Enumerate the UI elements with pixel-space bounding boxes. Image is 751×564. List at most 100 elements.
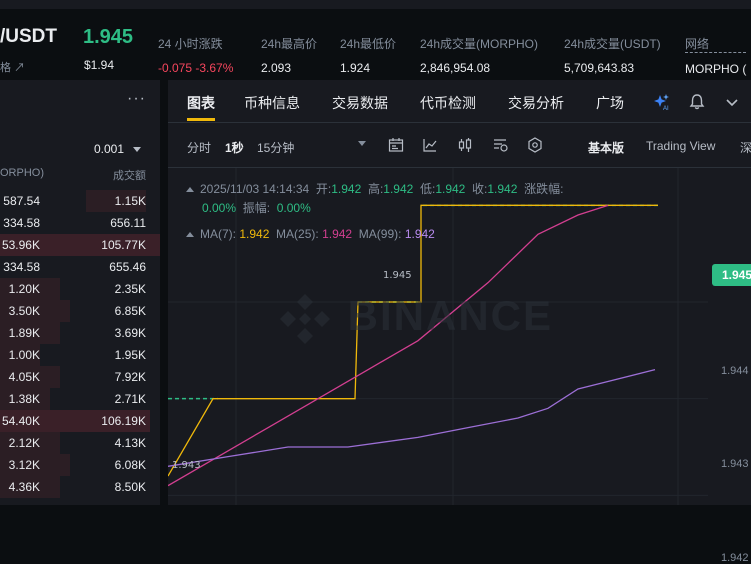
orderbook-row[interactable]: 3.50K 6.85K — [0, 300, 160, 322]
tab-trading-data[interactable]: 交易数据 — [332, 93, 388, 113]
ob-amount: 3.50K — [8, 304, 40, 318]
high-value: 1.942 — [383, 182, 414, 196]
orderbook-row[interactable]: 2.12K 4.13K — [0, 432, 160, 454]
ob-amount: 1.38K — [8, 392, 40, 406]
open-label: 开: — [315, 182, 332, 196]
ohlc-info: 2025/11/03 14:14:34 开:1.942 高:1.942 低:1.… — [186, 180, 563, 197]
stat-label: 24 小时涨跌 — [158, 37, 223, 51]
tab-token-check[interactable]: 代币检测 — [420, 93, 476, 113]
stat-label: 24h成交量(USDT) — [564, 37, 661, 51]
stat-value: -0.075 -3.67% — [158, 61, 234, 75]
y-tick-label: 1.944 — [721, 365, 749, 377]
ob-amount: 1.89K — [8, 326, 40, 340]
collapse-caret-icon[interactable] — [186, 232, 194, 238]
ob-col-amount-header: ORPHO) — [0, 167, 44, 179]
inline-price-label: 1.945 — [383, 270, 412, 281]
stat-24h-high: 24h最高价 2.093 — [261, 35, 317, 75]
chart-panel: 图表 币种信息 交易数据 代币检测 交易分析 广场 AI 分时 1秒 15分钟 — [168, 80, 751, 564]
orderbook-row[interactable]: 334.58 656.11 — [0, 212, 160, 234]
inline-price-label: 1.943 — [172, 460, 201, 471]
watermark-text: BINANCE — [347, 292, 554, 340]
pair-price-link[interactable]: 格 ↗ — [0, 59, 25, 75]
precision-value: 0.001 — [94, 142, 125, 156]
view-depth[interactable]: 深 — [740, 139, 751, 156]
orderbook-row[interactable]: 1.38K 2.71K — [0, 388, 160, 410]
ob-total: 2.35K — [114, 282, 146, 296]
close-label: 收: — [472, 182, 488, 196]
active-tab-indicator — [187, 118, 215, 121]
ob-total: 3.69K — [114, 326, 146, 340]
stat-label: 24h最高价 — [261, 37, 318, 51]
ob-amount: 3.12K — [8, 458, 40, 472]
settings-icon[interactable] — [527, 137, 543, 153]
ob-amount: 1.00K — [8, 348, 40, 362]
close-value: 1.942 — [487, 182, 518, 196]
stat-value: MORPHO ( — [685, 62, 747, 76]
chart-plot[interactable]: BINANCE 2025/11/03 14:14:34 开:1.942 高:1.… — [168, 168, 751, 564]
stat-network[interactable]: 网络 MORPHO ( — [685, 35, 747, 76]
top-strip — [0, 0, 751, 9]
ob-amount: 53.96K — [1, 238, 40, 252]
stat-label: 网络 — [685, 35, 747, 53]
ai-sparkle-icon[interactable]: AI — [652, 93, 670, 111]
ma99-value: 1.942 — [404, 227, 435, 241]
collapse-caret-icon[interactable] — [186, 187, 194, 193]
change-value: 0.00% — [202, 201, 237, 215]
amplitude-value: 0.00% — [276, 201, 311, 215]
indicator-icon[interactable] — [388, 137, 404, 153]
orderbook-row[interactable]: 3.12K 6.08K — [0, 454, 160, 476]
stat-value: 5,709,643.83 — [564, 61, 635, 75]
bell-icon[interactable] — [688, 93, 706, 111]
view-basic[interactable]: 基本版 — [588, 139, 624, 156]
ma25-label: MA(25): — [276, 227, 319, 241]
ob-amount: 587.54 — [3, 194, 40, 208]
stat-24h-volume-usdt: 24h成交量(USDT) 5,709,643.83 — [564, 35, 661, 75]
interval-time-sharing[interactable]: 分时 — [187, 139, 211, 156]
ob-amount: 2.12K — [8, 436, 40, 450]
ob-amount: 334.58 — [3, 216, 40, 230]
ma99-label: MA(99): — [358, 227, 402, 241]
binance-logo-icon — [280, 294, 330, 344]
ob-total: 106.19K — [101, 414, 146, 428]
tab-square[interactable]: 广场 — [596, 93, 624, 113]
ma7-value: 1.942 — [239, 227, 270, 241]
more-dots-icon[interactable]: ··· — [127, 90, 146, 108]
orderbook-row[interactable]: 1.00K 1.95K — [0, 344, 160, 366]
interval-15m[interactable]: 15分钟 — [257, 139, 294, 156]
change-label: 涨跌幅: — [524, 182, 564, 196]
chart-toolbar: 分时 1秒 15分钟 基本版 Trading View 深 — [168, 123, 751, 168]
interval-1s[interactable]: 1秒 — [225, 139, 244, 156]
tab-coin-info[interactable]: 币种信息 — [244, 93, 300, 113]
ma-info: MA(7): 1.942 MA(25): 1.942 MA(99): 1.942 — [186, 227, 435, 241]
line-tool-icon[interactable] — [422, 137, 438, 153]
interval-more-icon[interactable] — [358, 141, 366, 146]
orderbook-row[interactable]: 1.20K 2.35K — [0, 278, 160, 300]
orderbook-row[interactable]: 1.89K 3.69K — [0, 322, 160, 344]
last-price-usd: $1.94 — [84, 58, 115, 72]
candle-type-icon[interactable] — [457, 137, 473, 153]
ma7-label: MA(7): — [200, 227, 236, 241]
ohlc-info-line2: 0.00% 振幅: 0.00% — [202, 199, 311, 216]
ma99-series-line — [168, 369, 656, 467]
stat-value: 2,846,954.08 — [420, 61, 491, 75]
orderbook-row[interactable]: 4.05K 7.92K — [0, 366, 160, 388]
tab-chart[interactable]: 图表 — [187, 93, 215, 113]
watermark: BINANCE — [276, 290, 553, 348]
orderbook-row[interactable]: 54.40K 106.19K — [0, 410, 160, 432]
chart-tabs: 图表 币种信息 交易数据 代币检测 交易分析 广场 AI — [168, 80, 751, 123]
orderbook-row[interactable]: 53.96K 105.77K — [0, 234, 160, 256]
ob-total: 656.11 — [110, 216, 146, 230]
template-icon[interactable] — [492, 137, 508, 153]
pair-name[interactable]: /USDT — [0, 26, 57, 48]
view-tradingview[interactable]: Trading View — [646, 139, 715, 153]
tab-trade-analysis[interactable]: 交易分析 — [508, 93, 564, 113]
orderbook-row[interactable]: 334.58 655.46 — [0, 256, 160, 278]
orderbook-row[interactable]: 4.36K 8.50K — [0, 476, 160, 498]
ob-total: 4.13K — [114, 436, 146, 450]
ob-amount: 334.58 — [3, 260, 40, 274]
candle-datetime: 2025/11/03 14:14:34 — [200, 182, 310, 196]
precision-select[interactable]: 0.001 — [94, 142, 142, 156]
orderbook-row[interactable]: 587.54 1.15K — [0, 190, 160, 212]
ticker-bar: /USDT 格 ↗ 1.945 $1.94 24 小时涨跌 -0.075 -3.… — [0, 9, 751, 76]
chevron-down-icon[interactable] — [723, 93, 741, 111]
